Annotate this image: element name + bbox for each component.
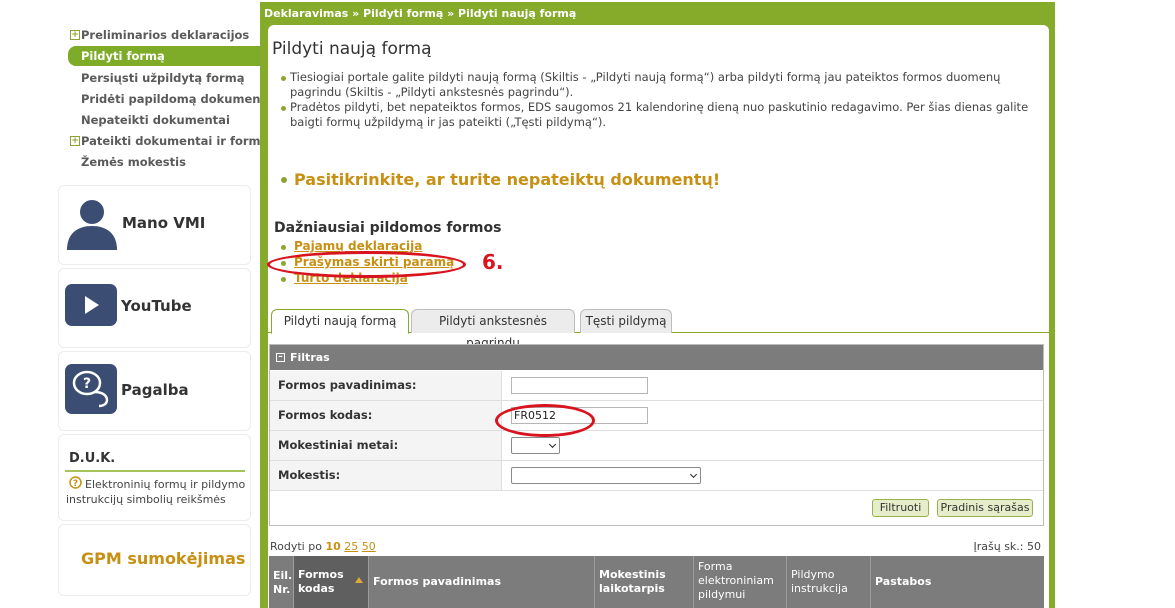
form-code-label: Formos kodas: bbox=[270, 401, 502, 430]
breadcrumb: Deklaravimas » Pildyti formą » Pildyti n… bbox=[264, 7, 577, 20]
pager-label: Rodyti po bbox=[270, 540, 322, 553]
pager-option-50[interactable]: 50 bbox=[362, 540, 376, 553]
expand-icon[interactable]: + bbox=[70, 136, 80, 146]
col-mokestinis-laikotarpis[interactable]: Mokestinis laikotarpis bbox=[595, 556, 694, 608]
pagalba-label: Pagalba bbox=[121, 381, 189, 399]
bullet-icon bbox=[281, 261, 286, 266]
divider bbox=[65, 470, 245, 472]
sort-asc-icon[interactable] bbox=[355, 577, 363, 583]
svg-text:?: ? bbox=[83, 376, 91, 392]
sidebar-item-label: Pridėti papildomą dokumentą bbox=[81, 92, 274, 106]
tab-bar: Pildyti naują formą Pildyti ankstesnės p… bbox=[268, 308, 1049, 350]
table-header: Eil. Nr. Formos kodas Formos pavadinimas… bbox=[269, 556, 1044, 608]
col-formos-pavadinimas[interactable]: Formos pavadinimas bbox=[369, 556, 595, 608]
filter-row-name: Formos pavadinimas: bbox=[270, 371, 1043, 401]
mano-vmi-label: Mano VMI bbox=[122, 214, 206, 232]
col-formos-kodas[interactable]: Formos kodas bbox=[294, 556, 369, 608]
gpm-tile[interactable]: GPM sumokėjimas bbox=[59, 525, 250, 595]
form-name-label: Formos pavadinimas: bbox=[270, 371, 502, 400]
form-link-prasymas[interactable]: Prašymas skirti paramą bbox=[294, 255, 454, 269]
pager: Rodyti po 10 25 50 bbox=[270, 540, 376, 553]
tax-label: Mokestis: bbox=[270, 461, 502, 490]
filter-row-year: Mokestiniai metai: bbox=[270, 431, 1043, 461]
youtube-icon bbox=[65, 284, 117, 326]
col-pildymo-instrukcija: Pildymo instrukcija bbox=[787, 556, 871, 608]
tax-select[interactable] bbox=[511, 467, 701, 484]
frequent-forms-title: Dažniausiai pildomos formos bbox=[274, 220, 502, 236]
pager-current: 10 bbox=[325, 540, 341, 553]
youtube-tile[interactable]: YouTube bbox=[59, 269, 250, 347]
sidebar-item-nepateikti[interactable]: Nepateikti dokumentai bbox=[59, 110, 258, 130]
filter-panel: – Filtras Formos pavadinimas: Formos kod… bbox=[269, 344, 1044, 526]
tab-testi-pildyma[interactable]: Tęsti pildymą bbox=[580, 309, 672, 333]
page-title: Pildyti naują formą bbox=[272, 39, 432, 59]
bullet-icon bbox=[281, 76, 286, 81]
info-text-1: Tiesiogiai portale galite pildyti naują … bbox=[290, 70, 1001, 99]
tab-pildyti-ankstesnes[interactable]: Pildyti ankstesnės pagrindu bbox=[411, 309, 575, 350]
sidebar-item-label: Pildyti formą bbox=[81, 49, 165, 63]
left-sidebar: + Preliminarios deklaracijos Pildyti for… bbox=[58, 0, 275, 608]
info-text-2: Pradėtos pildyti, bet nepateiktos formos… bbox=[290, 100, 1029, 129]
form-link-pajamu[interactable]: Pajamų deklaracija bbox=[294, 239, 422, 253]
col-forma-elektroniniam: Forma elektroniniam pildymui bbox=[694, 556, 787, 608]
mano-vmi-tile[interactable]: Mano VMI bbox=[59, 186, 250, 264]
bullet-icon bbox=[281, 106, 286, 111]
col-label: Formos kodas bbox=[298, 568, 344, 595]
form-code-input[interactable]: FR0512 bbox=[511, 407, 648, 424]
sidebar-item-preliminarios[interactable]: + Preliminarios deklaracijos bbox=[59, 25, 258, 45]
pagalba-tile[interactable]: ? Pagalba bbox=[59, 352, 250, 430]
tax-year-label: Mokestiniai metai: bbox=[270, 431, 502, 460]
annotation-step-number: 6. bbox=[482, 250, 504, 274]
sidebar-item-label: Nepateikti dokumentai bbox=[81, 113, 230, 127]
records-count: Įrašų sk.: 50 bbox=[973, 540, 1041, 553]
filter-title: Filtras bbox=[290, 351, 330, 364]
collapse-icon[interactable]: – bbox=[276, 353, 285, 362]
duk-title: D.U.K. bbox=[69, 451, 116, 466]
form-name-input[interactable] bbox=[511, 377, 648, 394]
bullet-icon bbox=[281, 245, 286, 250]
tax-year-select[interactable] bbox=[511, 437, 560, 454]
sidebar-item-persiusti[interactable]: Persiųsti užpildytą formą bbox=[59, 68, 258, 88]
pager-option-25[interactable]: 25 bbox=[344, 540, 358, 553]
sidebar-item-label: Persiųsti užpildytą formą bbox=[81, 71, 245, 85]
sidebar-item-zemes-mokestis[interactable]: Žemės mokestis bbox=[59, 152, 258, 172]
main-panel: Deklaravimas » Pildyti formą » Pildyti n… bbox=[260, 2, 1055, 608]
sidebar-item-pateikti[interactable]: + Pateikti dokumentai ir formos bbox=[59, 131, 275, 151]
filter-row-tax: Mokestis: bbox=[270, 461, 1043, 491]
sidebar-item-label: Žemės mokestis bbox=[81, 155, 186, 169]
filter-row-code: Formos kodas: FR0512 bbox=[270, 401, 1043, 431]
reset-list-button[interactable]: Pradinis sąrašas bbox=[937, 499, 1033, 517]
filter-header[interactable]: – Filtras bbox=[270, 345, 1043, 370]
sidebar-item-label: Pateikti dokumentai ir formos bbox=[81, 134, 276, 148]
youtube-label: YouTube bbox=[121, 297, 192, 315]
gpm-label: GPM sumokėjimas bbox=[81, 549, 246, 568]
sidebar-item-prideti[interactable]: Pridėti papildomą dokumentą bbox=[59, 89, 274, 109]
sidebar-item-label: Preliminarios deklaracijos bbox=[81, 28, 250, 42]
help-chat-icon: ? bbox=[65, 364, 117, 414]
col-eil-nr[interactable]: Eil. Nr. bbox=[269, 556, 294, 608]
check-documents-link[interactable]: Pasitikrinkite, ar turite nepateiktų dok… bbox=[294, 170, 720, 189]
tab-pildyti-nauja[interactable]: Pildyti naują formą bbox=[271, 309, 409, 334]
sidebar-item-pildyti-forma[interactable]: Pildyti formą bbox=[68, 46, 260, 66]
bullet-icon bbox=[281, 177, 287, 183]
content-area: Pildyti naują formą Tiesiogiai portale g… bbox=[268, 25, 1049, 608]
form-link-turto[interactable]: Turto deklaracija bbox=[294, 271, 408, 285]
duk-panel: D.U.K. ? Elektroninių formų ir pildymo i… bbox=[59, 435, 250, 520]
duk-link[interactable]: Elektroninių formų ir pildymo instrukcij… bbox=[66, 477, 246, 507]
bullet-icon bbox=[281, 277, 286, 282]
user-icon bbox=[67, 200, 117, 250]
filter-button[interactable]: Filtruoti bbox=[872, 499, 929, 517]
col-pastabos[interactable]: Pastabos bbox=[871, 556, 1044, 608]
expand-icon[interactable]: + bbox=[70, 30, 80, 40]
